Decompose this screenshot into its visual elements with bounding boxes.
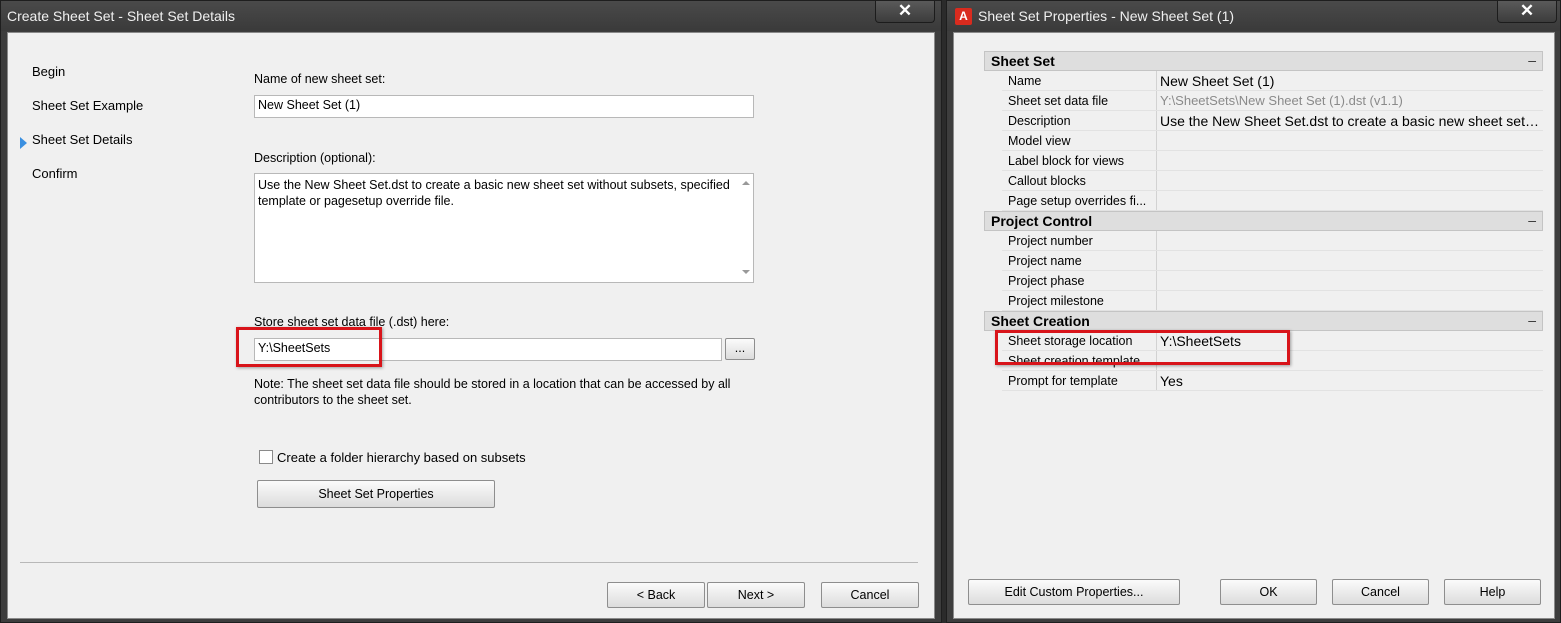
browse-button[interactable]: ...	[725, 338, 755, 360]
description-textarea[interactable]: Use the New Sheet Set.dst to create a ba…	[254, 173, 754, 283]
property-row[interactable]: Page setup overrides fi...	[1002, 191, 1543, 211]
property-row[interactable]: Description Use the New Sheet Set.dst to …	[1002, 111, 1543, 131]
scroll-down-icon[interactable]	[742, 270, 750, 274]
description-text: Use the New Sheet Set.dst to create a ba…	[258, 178, 730, 208]
create-sheet-set-dialog: Create Sheet Set - Sheet Set Details ✕ B…	[0, 0, 942, 623]
property-name: Project number	[1008, 234, 1093, 248]
autocad-app-icon: A	[955, 8, 972, 25]
property-value: New Sheet Set (1)	[1160, 73, 1275, 89]
property-row[interactable]: Sheet creation template	[1002, 351, 1543, 371]
collapse-icon[interactable]: –	[1528, 52, 1536, 68]
collapse-icon[interactable]: –	[1528, 312, 1536, 328]
property-row[interactable]: Name New Sheet Set (1)	[1002, 71, 1543, 91]
folder-hierarchy-label[interactable]: Create a folder hierarchy based on subse…	[277, 450, 526, 465]
cancel-button[interactable]: Cancel	[821, 582, 919, 608]
property-name: Page setup overrides fi...	[1008, 194, 1147, 208]
property-grid: Sheet Set – Name New Sheet Set (1) Sheet …	[984, 51, 1543, 391]
left-close-button[interactable]: ✕	[875, 1, 935, 23]
name-label: Name of new sheet set:	[254, 72, 386, 86]
property-name: Project milestone	[1008, 294, 1104, 308]
edit-custom-properties-label: Edit Custom Properties...	[1004, 585, 1144, 599]
current-step-arrow-icon	[20, 137, 27, 149]
property-name: Sheet storage location	[1008, 334, 1133, 348]
back-button-label: < Back	[636, 588, 676, 602]
property-value: Yes	[1160, 373, 1183, 389]
close-icon: ✕	[1519, 1, 1535, 20]
property-row[interactable]: Sheet storage location Y:\SheetSets	[1002, 331, 1543, 351]
browse-button-label: ...	[734, 341, 746, 355]
category-sheet-set[interactable]: Sheet Set –	[984, 51, 1543, 71]
sheet-set-properties-button-label: Sheet Set Properties	[318, 487, 434, 501]
property-name: Sheet set data file	[1008, 94, 1109, 108]
folder-hierarchy-checkbox[interactable]	[259, 450, 273, 464]
property-row[interactable]: Callout blocks	[1002, 171, 1543, 191]
right-cancel-button-label: Cancel	[1361, 585, 1400, 599]
property-name: Project name	[1008, 254, 1082, 268]
back-button[interactable]: < Back	[607, 582, 705, 608]
property-row[interactable]: Sheet set data file Y:\SheetSets\New Shee…	[1002, 91, 1543, 111]
right-titlebar[interactable]: A Sheet Set Properties - New Sheet Set (…	[947, 1, 1560, 31]
property-row[interactable]: Label block for views	[1002, 151, 1543, 171]
property-name: Name	[1008, 74, 1042, 88]
collapse-icon[interactable]: –	[1528, 212, 1536, 228]
sheet-set-properties-button[interactable]: Sheet Set Properties	[257, 480, 495, 508]
help-button[interactable]: Help	[1444, 579, 1541, 605]
close-icon: ✕	[897, 1, 913, 20]
property-name: Prompt for template	[1008, 374, 1118, 388]
property-name: Callout blocks	[1008, 174, 1086, 188]
cancel-button-label: Cancel	[850, 588, 890, 602]
property-name: Sheet creation template	[1008, 354, 1141, 368]
property-name: Label block for views	[1008, 154, 1125, 168]
property-name: Model view	[1008, 134, 1071, 148]
store-location-value: Y:\SheetSets	[258, 341, 331, 355]
sheet-set-name-value: New Sheet Set (1)	[258, 98, 361, 112]
footer-separator	[20, 562, 918, 563]
category-name: Project Control	[991, 213, 1093, 229]
right-dialog-title: Sheet Set Properties - New Sheet Set (1)	[978, 8, 1235, 24]
property-name: Description	[1008, 114, 1071, 128]
property-value: Use the New Sheet Set.dst to create a ba…	[1160, 113, 1539, 129]
category-sheet-creation[interactable]: Sheet Creation –	[984, 311, 1543, 331]
property-row[interactable]: Project phase	[1002, 271, 1543, 291]
left-dialog-title: Create Sheet Set - Sheet Set Details	[7, 8, 236, 24]
property-row[interactable]: Prompt for template Yes	[1002, 371, 1543, 391]
property-value: Y:\SheetSets\New Sheet Set (1).dst (v1.1…	[1160, 93, 1403, 108]
property-row[interactable]: Project milestone	[1002, 291, 1543, 311]
scroll-up-icon[interactable]	[742, 181, 750, 185]
app-icon-letter: A	[959, 9, 968, 23]
nav-item-confirm[interactable]: Confirm	[32, 166, 78, 181]
help-button-label: Help	[1479, 585, 1506, 599]
description-label: Description (optional):	[254, 151, 376, 165]
property-row[interactable]: Project number	[1002, 231, 1543, 251]
nav-item-sheet-set-details[interactable]: Sheet Set Details	[32, 132, 132, 147]
right-cancel-button[interactable]: Cancel	[1332, 579, 1429, 605]
nav-item-sheet-set-example[interactable]: Sheet Set Example	[32, 98, 143, 113]
category-project-control[interactable]: Project Control –	[984, 211, 1543, 231]
property-row[interactable]: Model view	[1002, 131, 1543, 151]
edit-custom-properties-button[interactable]: Edit Custom Properties...	[968, 579, 1180, 605]
nav-item-begin[interactable]: Begin	[32, 64, 65, 79]
store-location-label: Store sheet set data file (.dst) here:	[254, 315, 450, 329]
ok-button[interactable]: OK	[1220, 579, 1317, 605]
ok-button-label: OK	[1259, 585, 1278, 599]
sheet-set-properties-dialog: A Sheet Set Properties - New Sheet Set (…	[946, 0, 1561, 623]
next-button-label: Next >	[737, 588, 775, 602]
property-value: Y:\SheetSets	[1160, 333, 1241, 349]
sheet-set-name-input[interactable]: New Sheet Set (1)	[254, 95, 754, 118]
property-name: Project phase	[1008, 274, 1085, 288]
right-dialog-client: Sheet Set – Name New Sheet Set (1) Sheet …	[953, 32, 1555, 619]
storage-note: Note: The sheet set data file should be …	[254, 377, 731, 407]
next-button[interactable]: Next >	[707, 582, 805, 608]
category-name: Sheet Set	[991, 53, 1055, 69]
left-dialog-client: Begin Sheet Set Example Sheet Set Detail…	[7, 32, 935, 619]
left-titlebar[interactable]: Create Sheet Set - Sheet Set Details ✕	[1, 1, 941, 31]
category-name: Sheet Creation	[991, 313, 1090, 329]
right-close-button[interactable]: ✕	[1497, 1, 1557, 23]
property-row[interactable]: Project name	[1002, 251, 1543, 271]
store-location-input[interactable]: Y:\SheetSets	[254, 338, 722, 361]
